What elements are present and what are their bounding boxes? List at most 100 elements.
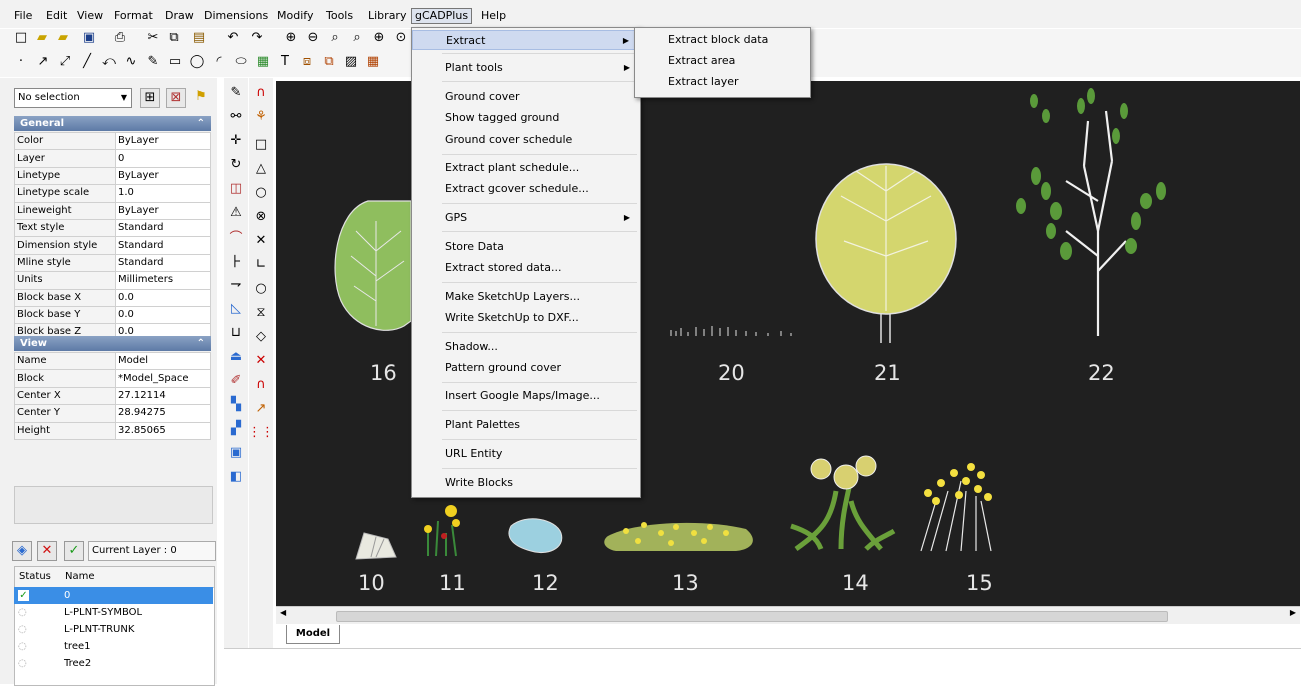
scroll-right-icon[interactable]: ▶ xyxy=(1290,608,1296,617)
property-value[interactable]: Model xyxy=(115,351,211,371)
select-objects-icon[interactable]: ⊞ xyxy=(140,88,160,108)
property-value[interactable]: *Model_Space xyxy=(115,369,211,388)
layer-row[interactable]: ◌ Tree2 xyxy=(14,655,213,672)
redo-icon[interactable]: ↷ xyxy=(248,29,266,47)
property-row[interactable]: Mline style Standard xyxy=(14,253,211,273)
property-value[interactable]: Standard xyxy=(115,218,211,238)
menu-tools[interactable]: Tools xyxy=(326,9,353,23)
property-value[interactable]: Standard xyxy=(115,253,211,273)
stretch-icon[interactable]: ◺ xyxy=(226,298,246,318)
property-value[interactable]: ByLayer xyxy=(115,131,211,151)
menu-file[interactable]: File xyxy=(14,9,32,23)
menu-item-extract[interactable]: Extract ▶ xyxy=(412,30,640,50)
menu-item-show-tagged-ground[interactable]: Show tagged ground xyxy=(412,108,640,128)
trim-icon[interactable]: ⺊ xyxy=(226,250,246,270)
property-row[interactable]: Layer 0 xyxy=(14,149,211,168)
menu-item-write-sketchup-dxf[interactable]: Write SketchUp to DXF... xyxy=(412,308,640,328)
ray-icon[interactable]: ↗ xyxy=(34,53,52,71)
open-folder-icon[interactable]: ▰ xyxy=(33,29,51,47)
insert-block-icon[interactable]: ⧉ xyxy=(320,53,338,71)
copy-entity-icon[interactable]: ⚯ xyxy=(226,106,246,126)
property-row[interactable]: Text style Standard xyxy=(14,218,211,238)
extend-icon[interactable]: ⇁ xyxy=(226,274,246,294)
property-value[interactable]: 0.0 xyxy=(115,305,211,325)
property-row[interactable]: Linetype ByLayer xyxy=(14,166,211,186)
property-row[interactable]: Block *Model_Space xyxy=(14,369,211,388)
property-row[interactable]: Height 32.85065 xyxy=(14,421,211,440)
property-value[interactable]: 27.12114 xyxy=(115,386,211,406)
property-value[interactable]: 28.94275 xyxy=(115,404,211,423)
menu-dimensions[interactable]: Dimensions xyxy=(204,9,268,23)
view-section-header[interactable]: View ⌃ xyxy=(14,336,211,351)
toggle-pickadd-icon[interactable]: ⚑ xyxy=(192,88,210,106)
snap-node-icon[interactable]: ⊗ xyxy=(251,206,271,226)
property-row[interactable]: Center X 27.12114 xyxy=(14,386,211,406)
scale-icon[interactable]: ◫ xyxy=(226,178,246,198)
property-value[interactable]: 1.0 xyxy=(115,184,211,203)
snap-center-icon[interactable]: ○ xyxy=(251,182,271,202)
menu-library[interactable]: Library xyxy=(368,9,406,23)
status-column-header[interactable]: Status xyxy=(19,567,51,587)
property-value[interactable]: 0.0 xyxy=(115,288,211,307)
point-icon[interactable]: · xyxy=(12,53,30,71)
polyline-icon[interactable]: ⤺ xyxy=(100,53,118,71)
circle-icon[interactable]: ◯ xyxy=(188,53,206,71)
arc-icon[interactable]: ◜ xyxy=(210,53,228,71)
property-row[interactable]: Lineweight ByLayer xyxy=(14,201,211,220)
menu-item-insert-google-maps[interactable]: Insert Google Maps/Image... xyxy=(412,386,640,406)
horizontal-scrollbar[interactable]: ◀ ▶ xyxy=(276,606,1300,624)
menu-draw[interactable]: Draw xyxy=(165,9,194,23)
menu-item-plant-palettes[interactable]: Plant Palettes xyxy=(412,415,640,435)
property-row[interactable]: Units Millimeters xyxy=(14,271,211,290)
property-value[interactable]: 32.85065 xyxy=(115,421,211,440)
print-icon[interactable]: ⎙ xyxy=(111,29,129,47)
selection-dropdown[interactable]: No selection ▼ xyxy=(14,88,132,108)
menu-item-ground-cover[interactable]: Ground cover xyxy=(412,87,640,107)
snap-square-icon[interactable]: □ xyxy=(251,134,271,154)
property-value[interactable]: 0 xyxy=(115,149,211,168)
cut-icon[interactable]: ✂ xyxy=(144,29,162,47)
save-icon[interactable]: ▣ xyxy=(80,29,98,47)
snap-triangle-icon[interactable]: △ xyxy=(251,158,271,178)
property-value[interactable]: ByLayer xyxy=(115,201,211,220)
snap-magnet-icon[interactable]: ∩ xyxy=(251,374,271,394)
undo-icon[interactable]: ↶ xyxy=(224,29,242,47)
submenu-item-extract-area[interactable]: Extract area xyxy=(635,51,810,71)
move-icon[interactable]: ✛ xyxy=(226,130,246,150)
set-current-icon[interactable]: ✓ xyxy=(64,541,84,561)
property-value[interactable]: Standard xyxy=(115,236,211,255)
line-icon[interactable]: ╱ xyxy=(78,53,96,71)
layer-row[interactable]: ◌ L-PLNT-SYMBOL xyxy=(14,604,213,621)
rotate-icon[interactable]: ↻ xyxy=(226,154,246,174)
property-row[interactable]: Color ByLayer xyxy=(14,131,211,151)
scroll-thumb[interactable] xyxy=(336,611,1168,622)
snap-perpendicular-icon[interactable]: ∟ xyxy=(251,254,271,274)
menu-item-make-sketchup-layers[interactable]: Make SketchUp Layers... xyxy=(412,287,640,307)
layer-row[interactable]: ◌ L-PLNT-TRUNK xyxy=(14,621,213,638)
fillet-icon[interactable]: ⏏ xyxy=(226,346,246,366)
open-recent-icon[interactable]: ▰ xyxy=(54,29,72,47)
snap-tangent-icon[interactable]: ○ xyxy=(251,278,271,298)
menu-gcadplus[interactable]: gCADPlus xyxy=(411,8,473,24)
menu-view[interactable]: View xyxy=(77,9,103,23)
table-icon[interactable]: ▦ xyxy=(364,53,382,71)
general-section-header[interactable]: General ⌃ xyxy=(14,116,211,131)
submenu-item-extract-layer[interactable]: Extract layer xyxy=(635,72,810,92)
quick-select-icon[interactable]: ⊠ xyxy=(166,88,186,108)
scroll-left-icon[interactable]: ◀ xyxy=(280,608,286,617)
copy-icon[interactable]: ⧉ xyxy=(165,29,183,47)
snap-endpoint-icon[interactable]: ∩ xyxy=(251,82,271,102)
erase-icon[interactable]: ✎ xyxy=(226,82,246,102)
menu-item-extract-plant-schedule[interactable]: Extract plant schedule... xyxy=(412,158,640,178)
delete-layer-icon[interactable]: ✕ xyxy=(37,541,57,561)
edit-polyline-icon[interactable]: ◧ xyxy=(226,466,246,486)
command-area[interactable] xyxy=(224,648,1301,685)
spline-icon[interactable]: ∿ xyxy=(122,53,140,71)
break-icon[interactable]: ▣ xyxy=(226,442,246,462)
zoom-extents-icon[interactable]: ⊕ xyxy=(370,29,388,47)
zoom-in-icon[interactable]: ⊕ xyxy=(282,29,300,47)
menu-item-plant-tools[interactable]: Plant tools ▶ xyxy=(412,58,640,78)
property-row[interactable]: Block base Y 0.0 xyxy=(14,305,211,325)
snap-nearest-icon[interactable]: ↗ xyxy=(251,398,271,418)
snap-grid-icon[interactable]: ⋮⋮ xyxy=(248,422,274,442)
